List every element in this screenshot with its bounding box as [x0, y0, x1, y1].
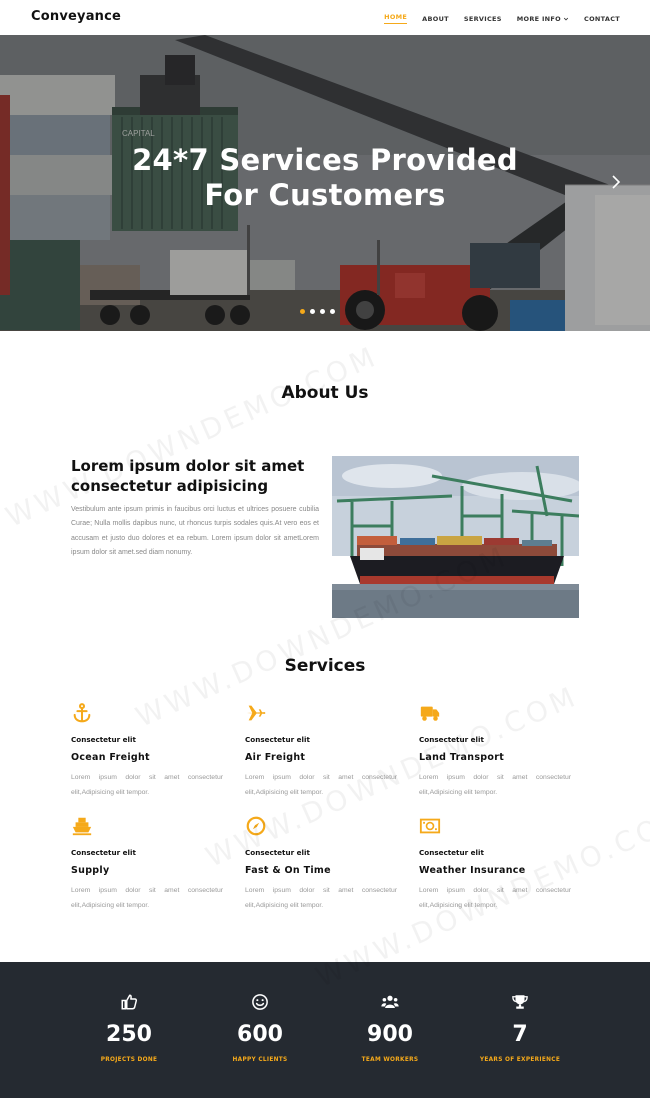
service-desc: Lorem ipsum dolor sit amet consectetur e…: [419, 887, 571, 909]
slider-dots: [300, 309, 335, 314]
service-kicker: Consectetur elit: [419, 848, 484, 857]
service-name: Weather Insurance: [419, 865, 526, 876]
nav-about[interactable]: ABOUT: [422, 13, 449, 24]
stat-label: PROJECTS DONE: [100, 1057, 158, 1063]
service-card-weather-insurance[interactable]: Consectetur elit Weather Insurance Lorem…: [419, 815, 579, 913]
service-kicker: Consectetur elit: [245, 848, 310, 857]
hero-title-line1: 24*7 Services Provided: [132, 143, 518, 177]
service-name: Ocean Freight: [71, 752, 150, 763]
service-name: Land Transport: [419, 752, 505, 763]
service-kicker: Consectetur elit: [71, 735, 136, 744]
stat-value: 250: [106, 1022, 152, 1047]
slider-dot-2[interactable]: [310, 309, 315, 314]
main-nav: HOME ABOUT SERVICES MORE INFO CONTACT: [384, 13, 620, 24]
service-kicker: Consectetur elit: [419, 735, 484, 744]
service-desc: Lorem ipsum dolor sit amet consectetur e…: [245, 887, 397, 909]
nav-services[interactable]: SERVICES: [464, 13, 502, 24]
smile-icon: [252, 994, 268, 1010]
nav-home[interactable]: HOME: [384, 13, 408, 24]
service-card-air-freight[interactable]: Consectetur elit Air Freight Lorem ipsum…: [245, 702, 405, 800]
hero-slider: CAPITAL 24*7 Services Provided For Custo…: [0, 35, 650, 331]
site-logo[interactable]: Conveyance: [31, 9, 121, 24]
nav-more-info[interactable]: MORE INFO: [517, 13, 569, 24]
stat-value: 900: [367, 1022, 413, 1047]
nav-contact[interactable]: CONTACT: [584, 13, 620, 24]
compass-icon: [246, 816, 266, 836]
stats-section: 250 PROJECTS DONE 600 HAPPY CLIENTS 900 …: [0, 962, 650, 1098]
service-name: Air Freight: [245, 752, 306, 763]
about-ship-image: [332, 456, 579, 618]
service-desc: Lorem ipsum dolor sit amet consectetur e…: [245, 774, 397, 796]
nav-more-info-label: MORE INFO: [516, 14, 561, 23]
service-card-ocean-freight[interactable]: Consectetur elit Ocean Freight Lorem ips…: [71, 702, 231, 800]
service-desc: Lorem ipsum dolor sit amet consectetur e…: [419, 774, 571, 796]
about-title: About Us: [281, 383, 369, 403]
trophy-icon: [512, 995, 528, 1009]
hero-title: 24*7 Services Provided For Customers: [0, 143, 650, 213]
about-heading: Lorem ipsum dolor sit amet consectetur a…: [71, 457, 305, 495]
service-card-supply[interactable]: Consectetur elit Supply Lorem ipsum dolo…: [71, 815, 231, 913]
service-kicker: Consectetur elit: [245, 735, 310, 744]
about-text: Vestibulum ante ipsum primis in faucibus…: [71, 506, 319, 557]
chevron-down-icon: [563, 17, 569, 20]
plane-icon: [246, 705, 266, 721]
stat-value: 600: [237, 1022, 283, 1047]
service-desc: Lorem ipsum dolor sit amet consectetur e…: [71, 887, 223, 909]
stat-label: TEAM WORKERS: [361, 1057, 419, 1063]
service-name: Fast & On Time: [245, 865, 331, 876]
chevron-right-icon[interactable]: [609, 174, 623, 190]
service-name: Supply: [71, 865, 110, 876]
slider-dot-4[interactable]: [330, 309, 335, 314]
stat-label: YEARS OF EXPERIENCE: [479, 1057, 561, 1063]
hero-title-line2: For Customers: [204, 178, 446, 212]
anchor-icon: [73, 703, 91, 723]
service-card-land-transport[interactable]: Consectetur elit Land Transport Lorem ip…: [419, 702, 579, 800]
stat-label: HAPPY CLIENTS: [232, 1057, 288, 1063]
services-title: Services: [284, 656, 366, 676]
ship-icon: [72, 817, 92, 836]
site-header: Conveyance HOME ABOUT SERVICES MORE INFO…: [0, 0, 650, 35]
slider-dot-3[interactable]: [320, 309, 325, 314]
service-kicker: Consectetur elit: [71, 848, 136, 857]
money-icon: [419, 818, 441, 834]
stat-value: 7: [512, 1022, 528, 1047]
users-icon: [381, 995, 399, 1008]
truck-icon: [420, 706, 440, 721]
service-desc: Lorem ipsum dolor sit amet consectetur e…: [71, 774, 223, 796]
thumbs-up-icon: [121, 994, 138, 1010]
slider-dot-1[interactable]: [300, 309, 305, 314]
service-card-fast-on-time[interactable]: Consectetur elit Fast & On Time Lorem ip…: [245, 815, 405, 913]
